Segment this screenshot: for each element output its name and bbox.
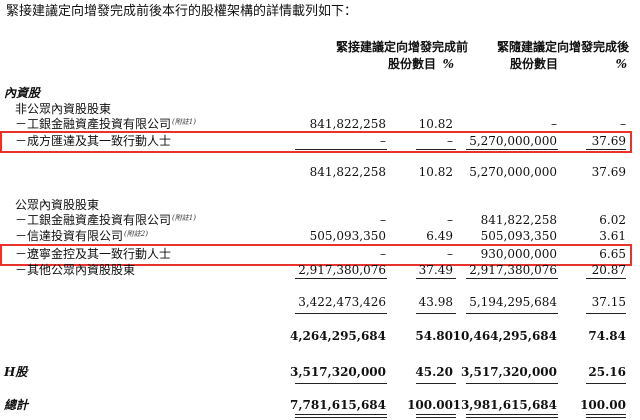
h-after-shares: 3,517,320,000 bbox=[460, 365, 557, 379]
double-rule-grand-before-pct bbox=[416, 414, 456, 418]
intro-text: 緊接建議定向增發完成前後本行的股權架構的詳情載列如下： bbox=[6, 4, 358, 19]
row-icbc-p-name: －工銀金融資產投資有限公司(附註1) bbox=[15, 213, 196, 227]
sub2-after-shares: 5,194,295,684 bbox=[469, 295, 557, 309]
section-domestic: 內資股 bbox=[4, 86, 41, 100]
double-rule-grand-after-pct bbox=[586, 414, 626, 418]
row-other-after-shares: 2,917,380,076 bbox=[469, 263, 557, 277]
rule-dom-after-shares bbox=[466, 313, 558, 314]
sub1-after-pct: 37.69 bbox=[591, 165, 626, 179]
row-chengfang-name: －成方匯達及其一致行動人士 bbox=[15, 134, 172, 148]
domestic-total-after-pct: 74.84 bbox=[588, 329, 626, 343]
domestic-total-before-shares: 4,264,295,684 bbox=[289, 329, 386, 343]
row-liaoning-name: －遼寧金控及其一致行動人士 bbox=[15, 247, 172, 261]
row-icbc-p-before-shares: – bbox=[380, 213, 386, 227]
row-xinda-after-shares: 505,093,350 bbox=[480, 229, 557, 243]
row-other-before-shares: 2,917,380,076 bbox=[298, 263, 386, 277]
domestic-total-after-shares: 10,464,295,684 bbox=[452, 329, 557, 343]
row-icbc-np-after-pct: – bbox=[620, 117, 626, 131]
rule-dom-before-pct bbox=[416, 313, 456, 314]
row-icbc-np-before-pct: 10.82 bbox=[418, 117, 453, 131]
section-non-public: 非公眾內資股股東 bbox=[15, 102, 112, 116]
rule-grand-after-shares bbox=[466, 383, 558, 384]
rule-sub1-before-shares bbox=[295, 149, 387, 150]
grand-after-pct: 100.00 bbox=[580, 398, 626, 412]
row-icbc-p-after-shares: 841,822,258 bbox=[480, 213, 557, 227]
h-before-pct: 45.20 bbox=[415, 365, 453, 379]
rule-sub2-before-shares bbox=[295, 278, 387, 279]
row-icbc-p-before-pct: – bbox=[447, 213, 453, 227]
rule-grand-before-shares bbox=[295, 383, 387, 384]
row-chengfang-before-shares: – bbox=[380, 134, 386, 148]
header-after-shares: 股份數目 bbox=[509, 57, 558, 71]
row-xinda-after-pct: 3.61 bbox=[599, 229, 626, 243]
section-public: 公眾內資股股東 bbox=[15, 198, 100, 212]
header-after-title: 緊隨建議定向增發完成後 bbox=[496, 40, 629, 54]
header-before-title: 緊接建議定向增發完成前 bbox=[335, 40, 468, 54]
sub1-before-pct: 10.82 bbox=[418, 165, 453, 179]
row-liaoning-after-pct: 6.65 bbox=[599, 247, 626, 261]
row-liaoning-after-shares: 930,000,000 bbox=[480, 247, 557, 261]
sub2-before-shares: 3,422,473,426 bbox=[298, 295, 386, 309]
rule-sub2-before-pct bbox=[416, 278, 456, 279]
sub2-after-pct: 37.15 bbox=[591, 295, 626, 309]
double-rule-grand-before-shares bbox=[295, 414, 387, 418]
section-total: 總計 bbox=[4, 398, 29, 412]
row-liaoning-before-pct: – bbox=[447, 247, 453, 261]
grand-after-shares: 13,981,615,684 bbox=[452, 398, 557, 412]
row-other-before-pct: 37.49 bbox=[418, 263, 453, 277]
sub2-before-pct: 43.98 bbox=[418, 295, 453, 309]
row-icbc-p-after-pct: 6.02 bbox=[599, 213, 626, 227]
row-icbc-np-before-shares: 841,822,258 bbox=[309, 117, 386, 131]
shareholding-table-page: 緊接建議定向增發完成前後本行的股權架構的詳情載列如下： 緊接建議定向增發完成前 … bbox=[0, 0, 640, 420]
rule-sub1-before-pct bbox=[416, 149, 456, 150]
h-after-pct: 25.16 bbox=[588, 365, 626, 379]
row-icbc-np-name: －工銀金融資產投資有限公司(附註1) bbox=[15, 117, 196, 131]
grand-before-pct: 100.00 bbox=[407, 398, 453, 412]
row-liaoning-before-shares: – bbox=[380, 247, 386, 261]
row-chengfang-after-shares: 5,270,000,000 bbox=[469, 134, 557, 148]
rule-sub2-after-pct bbox=[586, 278, 626, 279]
section-h-shares: H股 bbox=[4, 365, 28, 379]
sub1-before-shares: 841,822,258 bbox=[309, 165, 386, 179]
rule-sub1-after-shares bbox=[466, 149, 558, 150]
row-other-name: －其他公眾內資股股東 bbox=[15, 263, 136, 277]
header-before-pct: % bbox=[442, 57, 454, 71]
header-after-pct: % bbox=[615, 57, 627, 71]
row-other-after-pct: 20.87 bbox=[591, 263, 626, 277]
rule-dom-before-shares bbox=[295, 313, 387, 314]
row-xinda-name: －信達投資有限公司(附註2) bbox=[15, 229, 148, 243]
double-rule-grand-after-shares bbox=[466, 414, 558, 418]
sub1-after-shares: 5,270,000,000 bbox=[469, 165, 557, 179]
row-xinda-before-shares: 505,093,350 bbox=[309, 229, 386, 243]
rule-sub2-after-shares bbox=[466, 278, 558, 279]
header-before-shares: 股份數目 bbox=[387, 57, 436, 71]
rule-sub1-after-pct bbox=[586, 149, 626, 150]
rule-dom-after-pct bbox=[586, 313, 626, 314]
row-chengfang-after-pct: 37.69 bbox=[591, 134, 626, 148]
domestic-total-before-pct: 54.80 bbox=[415, 329, 453, 343]
row-xinda-before-pct: 6.49 bbox=[426, 229, 453, 243]
rule-grand-before-pct bbox=[416, 383, 456, 384]
grand-before-shares: 7,781,615,684 bbox=[289, 398, 386, 412]
rule-grand-after-pct bbox=[586, 383, 626, 384]
h-before-shares: 3,517,320,000 bbox=[289, 365, 386, 379]
row-chengfang-before-pct: – bbox=[447, 134, 453, 148]
row-icbc-np-after-shares: – bbox=[551, 117, 557, 131]
